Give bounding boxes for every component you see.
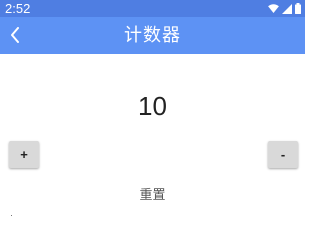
stray-dot bbox=[11, 215, 12, 216]
back-button[interactable] bbox=[4, 21, 26, 49]
chevron-left-icon bbox=[11, 27, 19, 43]
battery-icon bbox=[295, 3, 301, 14]
status-time: 2:52 bbox=[5, 1, 31, 16]
reset-button[interactable]: 重置 bbox=[0, 186, 305, 206]
status-bar: 2:52 bbox=[0, 0, 305, 17]
wifi-icon bbox=[268, 4, 279, 13]
app-bar: 计数器 bbox=[0, 17, 305, 54]
counter-value: 10 bbox=[138, 91, 167, 121]
status-icons bbox=[268, 3, 301, 14]
increment-button[interactable]: + bbox=[9, 141, 39, 168]
cellular-signal-icon bbox=[282, 3, 292, 14]
decrement-button[interactable]: - bbox=[268, 141, 298, 168]
page-title: 计数器 bbox=[124, 25, 181, 46]
